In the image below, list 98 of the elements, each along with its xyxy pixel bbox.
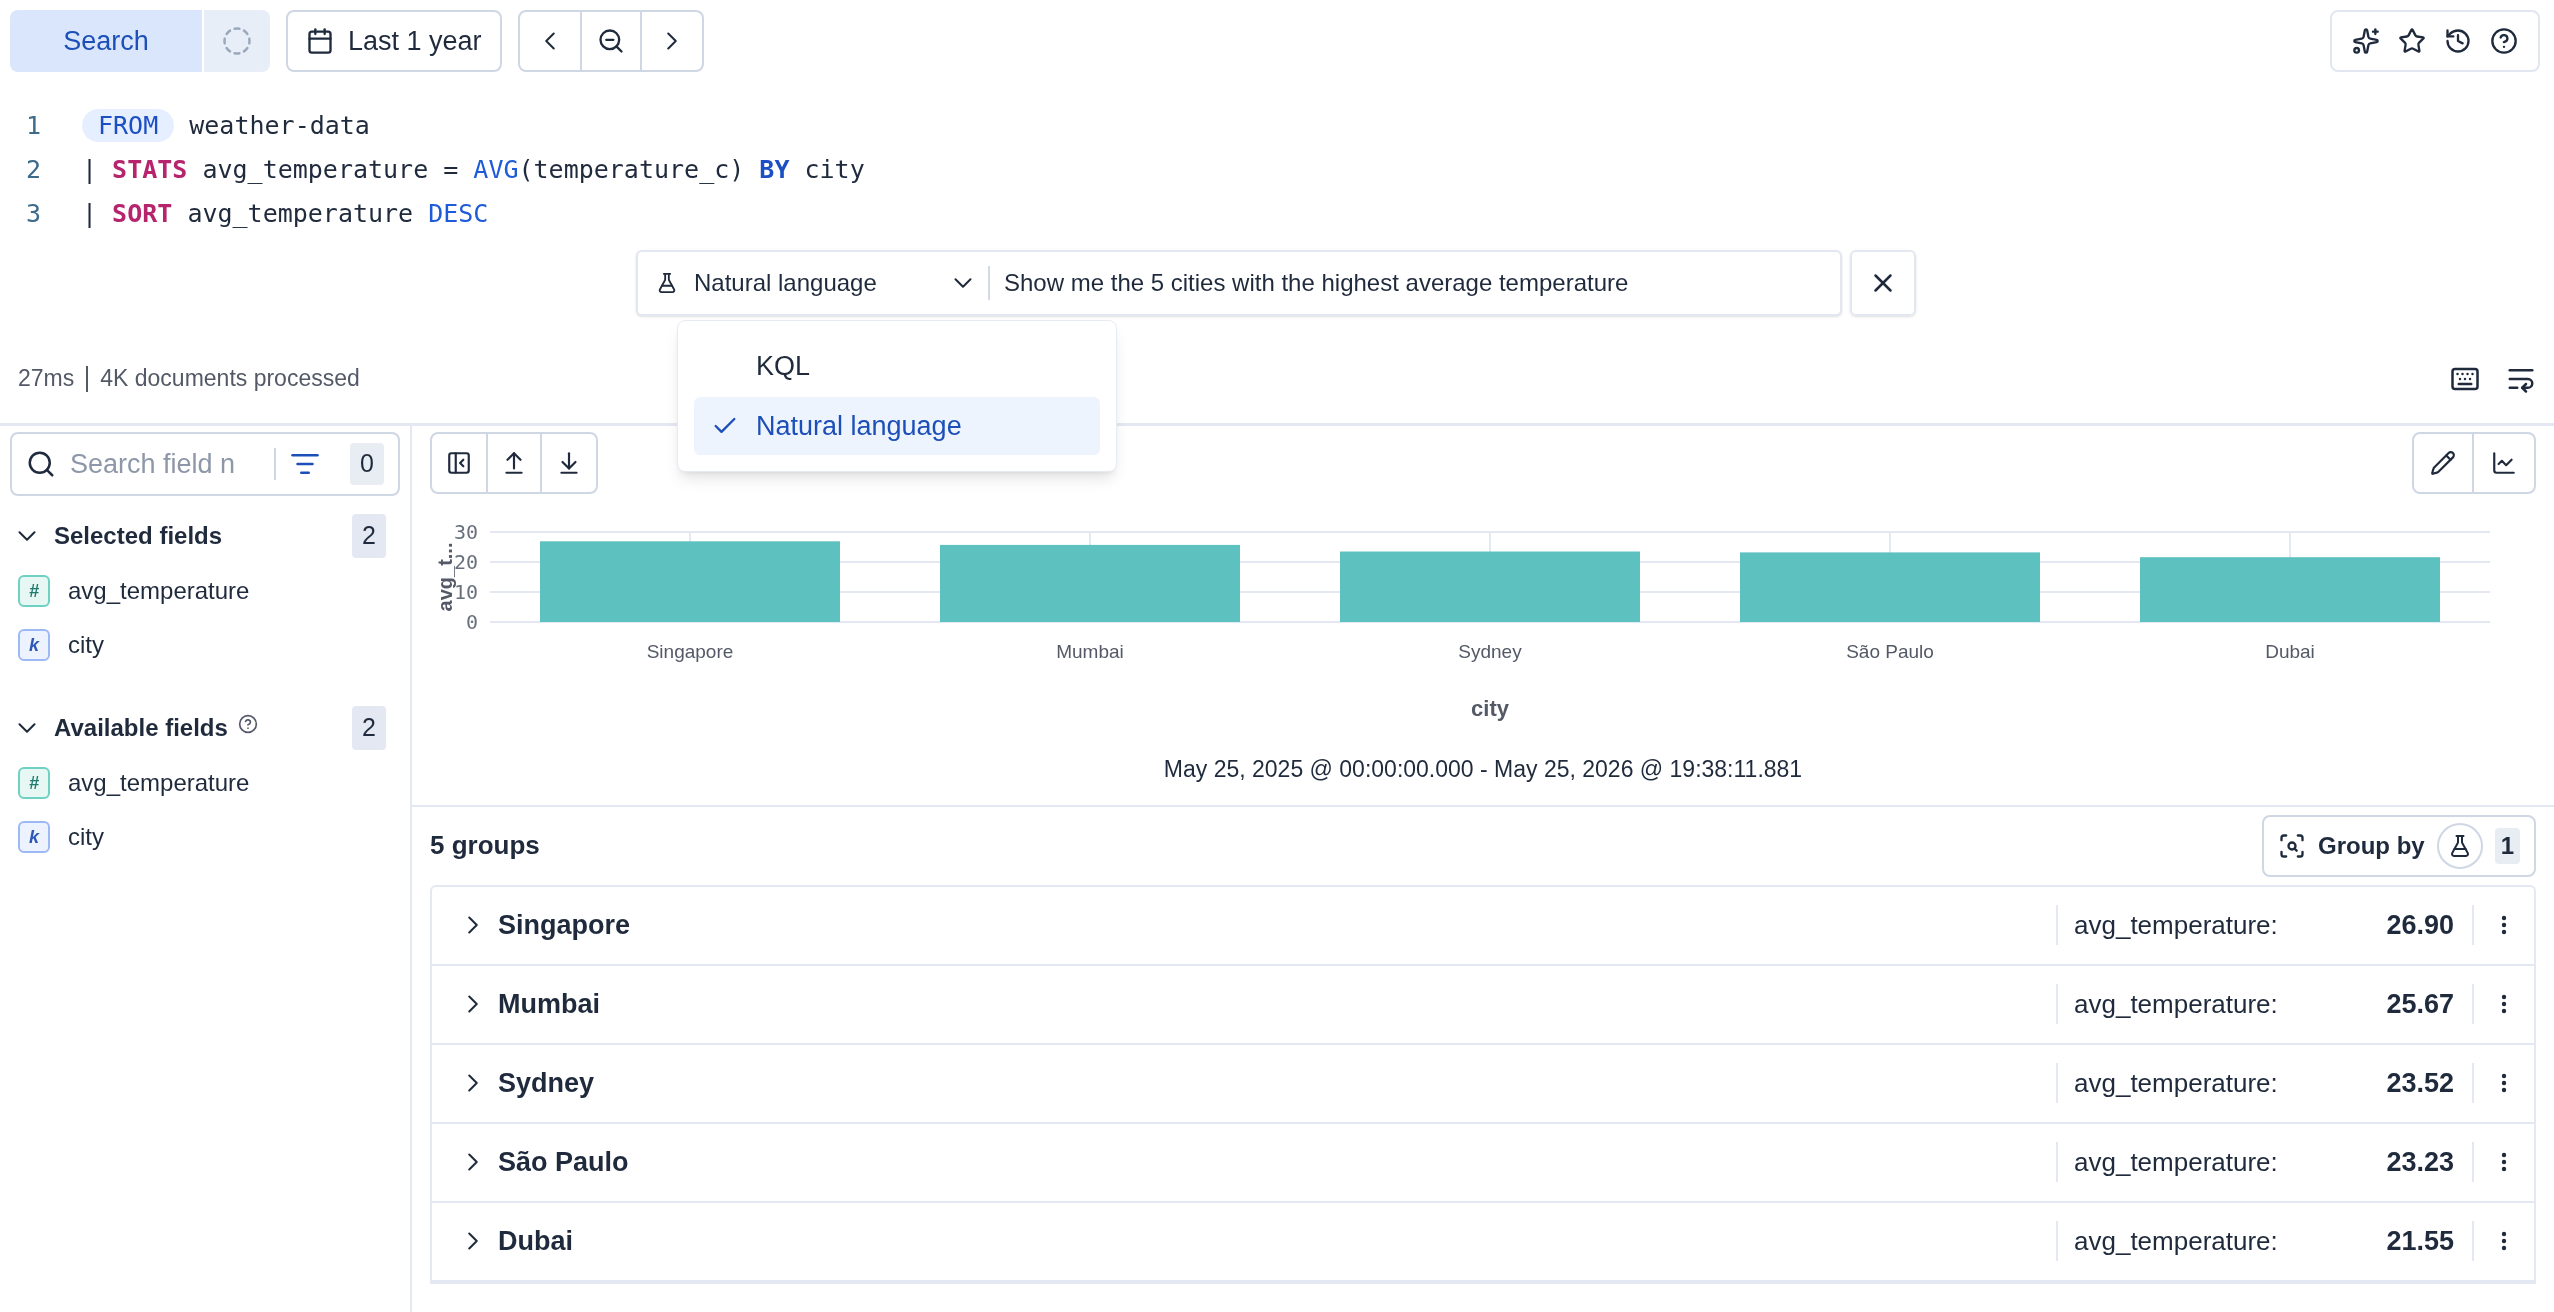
group-row[interactable]: São Paulo avg_temperature: 23.23 [432,1123,2534,1203]
upload-button[interactable] [486,434,542,492]
axis-tick-label: Mumbai [1056,641,1124,662]
axis-tick-label: 20 [453,550,478,574]
metric-value: 25.67 [2385,987,2454,1021]
row-toggle-icon[interactable] [468,1232,478,1250]
axis-tick-label: 30 [453,520,478,544]
axis-tick-label: 0 [465,610,478,634]
groups-title: 5 groups [430,829,540,862]
metric-value: 21.55 [2385,1224,2454,1258]
group-name: Dubai [498,1224,573,1258]
more-icon [2501,915,2507,935]
section-count: 2 [352,514,386,558]
group-name: Singapore [498,908,631,942]
field-type-badge: k [18,629,50,661]
search-input[interactable]: Search field n [70,443,260,485]
close-button[interactable] [1850,250,1916,316]
group-name: Sydney [498,1066,595,1100]
metric-label: avg_temperature: [2074,1224,2279,1258]
metric-label: avg_temperature: [2074,987,2279,1021]
help-icon [2490,27,2518,55]
line-number: 3 [26,198,43,231]
mode-dropdown[interactable]: Natural language [638,252,988,314]
metric-value: 23.52 [2385,1066,2454,1100]
field-item[interactable]: k city [10,628,400,662]
search-button[interactable]: Search [10,10,202,72]
more-icon [2501,1073,2507,1093]
calendar-icon [306,27,334,55]
axis-title: city [1471,696,1509,721]
axis-tick-label: São Paulo [1846,641,1934,662]
line-number: 2 [26,154,43,187]
filter-count: 0 [350,443,384,485]
metric-label: avg_temperature: [2074,1145,2279,1179]
search-icon [26,449,56,479]
query-assistant-bar[interactable]: Natural language Show me the 5 cities with the highest average temperature [636,250,1842,316]
history-icon [2444,27,2472,55]
flask-icon [656,272,678,294]
section-title: Available fields [54,713,228,743]
group-row[interactable]: Mumbai avg_temperature: 25.67 [432,965,2534,1045]
date-picker[interactable]: Last 1 year [286,10,502,72]
documents-processed: 4K documents processed [100,364,360,394]
row-toggle-icon[interactable] [468,1074,478,1092]
ai-search-button[interactable] [2352,27,2380,55]
dashed-circle-icon [222,26,252,56]
field-type-badge: # [18,767,50,799]
scan-search-icon [2277,831,2306,860]
star-button[interactable] [2398,27,2426,55]
group-row[interactable]: Sydney avg_temperature: 23.52 [432,1044,2534,1124]
metric-label: avg_temperature: [2074,908,2279,942]
section-count: 2 [352,706,386,750]
group-row[interactable]: Singapore avg_temperature: 26.90 [432,886,2534,966]
line-number: 1 [26,110,43,143]
code-line: FROM weather-data [82,107,370,145]
menu-item[interactable]: Natural language [694,397,1100,455]
chart-icon [2491,450,2517,476]
sparkles-icon [2352,27,2380,55]
pencil-icon [2430,450,2456,476]
code-line: | STATS avg_temperature = AVG(temperature_c) BY city [82,154,865,187]
chevron-right-icon [666,32,677,50]
code-line: | SORT avg_temperature DESC [82,198,489,231]
field-search[interactable]: Search field n 0 [10,432,400,496]
row-toggle-icon[interactable] [468,916,478,934]
more-icon [2501,1231,2507,1251]
section-title: Selected fields [54,521,223,551]
more-icon [2501,994,2507,1014]
row-toggle-icon[interactable] [468,1153,478,1171]
history-button[interactable] [2444,27,2472,55]
section-toggle-icon[interactable] [18,531,36,541]
axis-tick-label: Dubai [2265,641,2315,662]
menu-item[interactable]: KQL [694,337,1100,395]
zoom-out-button[interactable] [579,12,642,70]
star-icon [2398,27,2426,55]
field-item[interactable]: # avg_temperature [10,574,400,608]
time-range: May 25, 2025 @ 00:00:00.000 - May 25, 2026 @ 19:38:11.881 [1163,755,1803,784]
more-icon [2501,1152,2507,1172]
axis-tick-label: Sydney [1458,641,1522,662]
section-toggle-icon[interactable] [18,723,36,733]
field-item[interactable]: # avg_temperature [10,766,400,800]
help-button[interactable] [2490,27,2518,55]
axis-tick-label: Singapore [646,641,734,662]
group-name: Mumbai [498,987,600,1021]
group-by-button[interactable]: Group by 1 [2261,814,2536,877]
row-toggle-icon[interactable] [468,995,478,1013]
panel-icon [446,450,472,476]
field-type-badge: # [18,575,50,607]
group-name: São Paulo [498,1145,629,1179]
prompt-field[interactable]: Show me the 5 cities with the highest average temperature [990,252,1840,314]
group-by-count: 1 [2494,827,2520,864]
field-item[interactable]: k city [10,820,400,854]
query-timing: 27ms [18,364,75,394]
group-row[interactable]: Dubai avg_temperature: 21.55 [432,1202,2534,1282]
zoom-out-icon [596,27,625,55]
chevron-down-icon [954,278,972,288]
metric-value: 23.23 [2385,1145,2454,1179]
metric-label: avg_temperature: [2074,1066,2279,1100]
chevron-left-icon [544,32,555,50]
metric-value: 26.90 [2385,908,2454,942]
field-type-badge: k [18,821,50,853]
